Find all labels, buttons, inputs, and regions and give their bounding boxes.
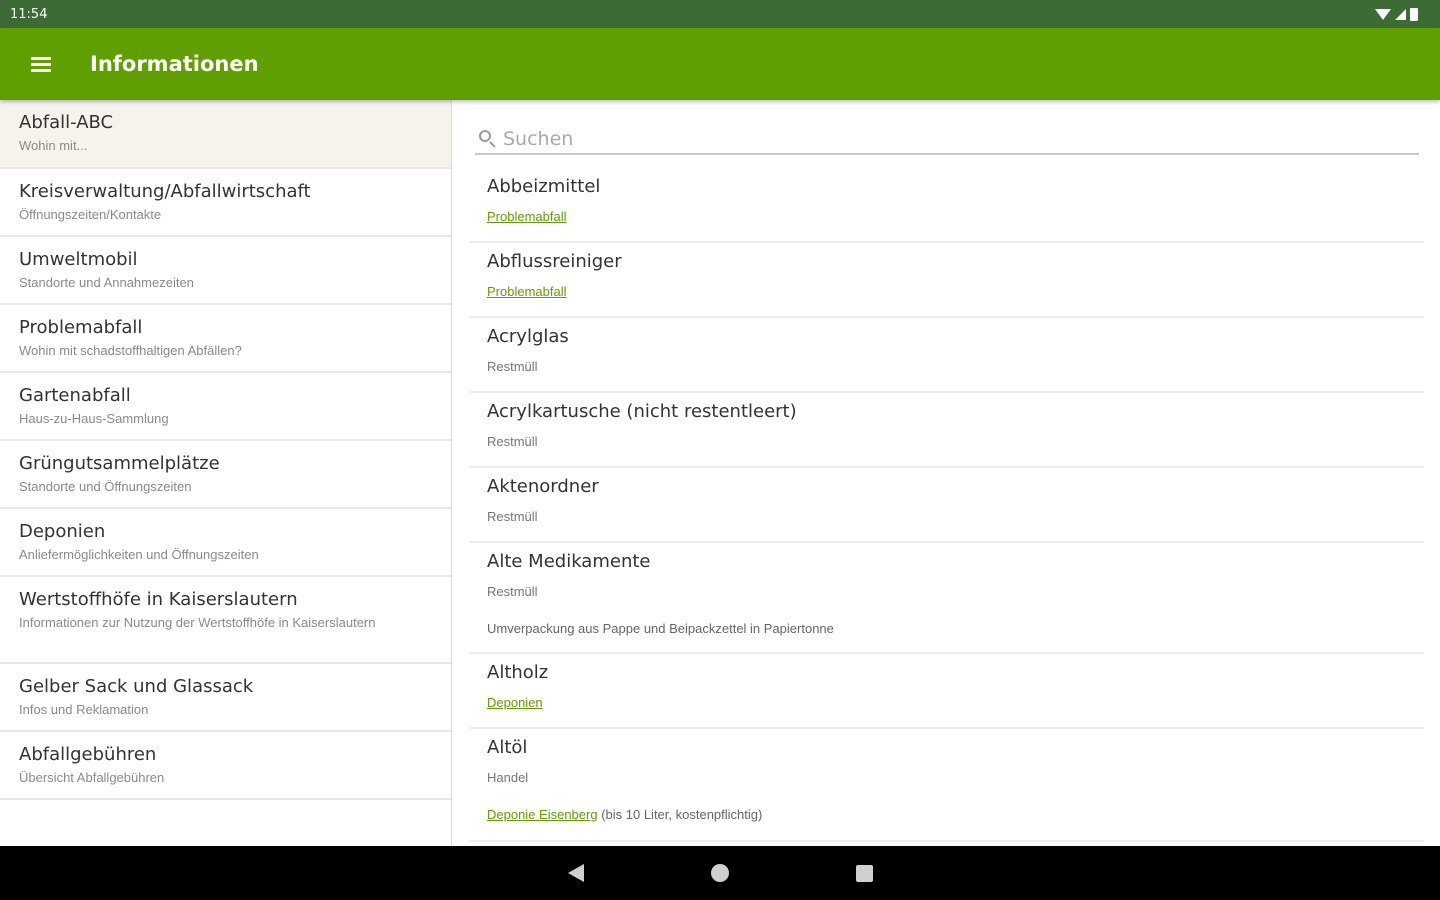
status-bar: 11:54 [0, 0, 1440, 28]
sidebar-item-kreisverwaltung[interactable]: Kreisverwaltung/Abfallwirtschaft Öffnung… [0, 169, 451, 237]
wifi-icon [1375, 8, 1391, 20]
sidebar-item-subtitle: Standorte und Annahmezeiten [19, 275, 194, 290]
sidebar-item-title: Deponien [19, 521, 106, 542]
category-link[interactable]: Problemabfall [487, 208, 1406, 226]
list-item[interactable]: Acrylkartusche (nicht restentleert) Rest… [469, 393, 1424, 468]
app-bar: Informationen [0, 28, 1440, 100]
sidebar-item-subtitle: Wohin mit schadstoffhaltigen Abfällen? [19, 343, 242, 358]
note-link[interactable]: Deponie Eisenberg [487, 807, 598, 822]
sidebar-item-subtitle: Übersicht Abfallgebühren [19, 770, 165, 785]
sidebar-item-gruengutsammelplaetze[interactable]: Grüngutsammelplätze Standorte und Öffnun… [0, 441, 451, 509]
sidebar-item-umweltmobil[interactable]: Umweltmobil Standorte und Annahmezeiten [0, 237, 451, 305]
back-button[interactable] [504, 846, 648, 900]
item-title: Aktenordner [487, 476, 599, 497]
category-label: Restmüll [487, 584, 538, 599]
home-circle-icon [711, 864, 729, 882]
content-panel: Abbeizmittel Problemabfall Abflussreinig… [453, 100, 1440, 846]
back-triangle-icon [568, 864, 584, 882]
sidebar-item-subtitle: Anliefermöglichkeiten und Öffnungszeiten [19, 547, 259, 562]
recents-button[interactable] [792, 846, 936, 900]
sidebar-item-gelber-sack[interactable]: Gelber Sack und Glassack Infos und Rekla… [0, 664, 451, 732]
sidebar-item-subtitle: Haus-zu-Haus-Sammlung [19, 411, 169, 426]
item-title: Abbeizmittel [487, 176, 601, 197]
list-item[interactable]: Abflussreiniger Problemabfall [469, 243, 1424, 318]
sidebar-item-title: Problemabfall [19, 317, 143, 338]
sidebar-item-title: Gelber Sack und Glassack [19, 676, 254, 697]
list-item[interactable]: Aktenordner Restmüll [469, 468, 1424, 543]
list-item[interactable]: Abbeizmittel Problemabfall [469, 168, 1424, 243]
list-item[interactable]: Acrylglas Restmüll [469, 318, 1424, 393]
item-title: Acrylkartusche (nicht restentleert) [487, 401, 797, 422]
home-button[interactable] [648, 846, 792, 900]
sidebar-item-subtitle: Öffnungszeiten/Kontakte [19, 207, 162, 222]
status-time: 11:54 [10, 6, 48, 22]
sidebar-item-title: Kreisverwaltung/Abfallwirtschaft [19, 181, 311, 202]
sidebar-item-title: Umweltmobil [19, 249, 138, 270]
sidebar: Abfall-ABC Wohin mit... Kreisverwaltung/… [0, 100, 452, 846]
hamburger-menu-icon[interactable] [0, 28, 81, 100]
sidebar-item-title: Abfall-ABC [19, 112, 114, 133]
note-text: (bis 10 Liter, kostenpflichtig) [597, 807, 763, 822]
sidebar-item-title: Grüngutsammelplätze [19, 453, 220, 474]
status-icons [1375, 7, 1418, 21]
list-item[interactable]: Alte Medikamente Restmüll Umverpackung a… [469, 543, 1424, 654]
item-title: Alte Medikamente [487, 551, 651, 572]
signal-icon [1395, 8, 1406, 20]
system-nav-bar [0, 846, 1440, 900]
sidebar-item-title: Wertstoffhöfe in Kaiserslautern [19, 589, 298, 610]
battery-icon [1410, 7, 1418, 21]
item-title: Altöl [487, 737, 528, 758]
list-item[interactable]: Altöl Handel Deponie Eisenberg (bis 10 L… [469, 729, 1424, 842]
sidebar-item-gartenabfall[interactable]: Gartenabfall Haus-zu-Haus-Sammlung [0, 373, 451, 441]
sidebar-item-subtitle: Informationen zur Nutzung der Wertstoffh… [19, 615, 376, 630]
magnifier-icon [477, 129, 497, 149]
search-input[interactable] [503, 127, 1383, 150]
category-label: Restmüll [487, 359, 538, 374]
sidebar-item-title: Gartenabfall [19, 385, 131, 406]
list-item[interactable]: Altholz Deponien [469, 654, 1424, 729]
category-label: Restmüll [487, 509, 538, 524]
recent-square-icon [855, 864, 873, 882]
item-title: Abflussreiniger [487, 251, 622, 272]
sidebar-item-subtitle: Infos und Reklamation [19, 702, 149, 717]
sidebar-item-problemabfall[interactable]: Problemabfall Wohin mit schadstoffhaltig… [0, 305, 451, 373]
category-label: Handel [487, 770, 529, 785]
item-title: Altholz [487, 662, 549, 683]
page-title: Informationen [90, 52, 259, 76]
sidebar-item-abfallgebuehren[interactable]: Abfallgebühren Übersicht Abfallgebühren [0, 732, 451, 800]
item-title: Acrylglas [487, 326, 569, 347]
category-label: Restmüll [487, 434, 538, 449]
sidebar-item-title: Abfallgebühren [19, 744, 157, 765]
sidebar-item-deponien[interactable]: Deponien Anliefermöglichkeiten und Öffnu… [0, 509, 451, 577]
item-note: Deponie Eisenberg (bis 10 Liter, kostenp… [487, 806, 1406, 824]
sidebar-item-subtitle: Standorte und Öffnungszeiten [19, 479, 192, 494]
results-list: Abbeizmittel Problemabfall Abflussreinig… [469, 168, 1424, 842]
category-link[interactable]: Problemabfall [487, 283, 1406, 301]
sidebar-item-subtitle: Wohin mit... [19, 138, 88, 153]
search-bar [475, 124, 1419, 155]
item-note: Umverpackung aus Pappe und Beipackzettel… [487, 621, 834, 636]
sidebar-item-abfall-abc[interactable]: Abfall-ABC Wohin mit... [0, 100, 451, 169]
sidebar-item-wertstoffhoefe[interactable]: Wertstoffhöfe in Kaiserslautern Informat… [0, 577, 451, 664]
category-link[interactable]: Deponien [487, 694, 1406, 712]
